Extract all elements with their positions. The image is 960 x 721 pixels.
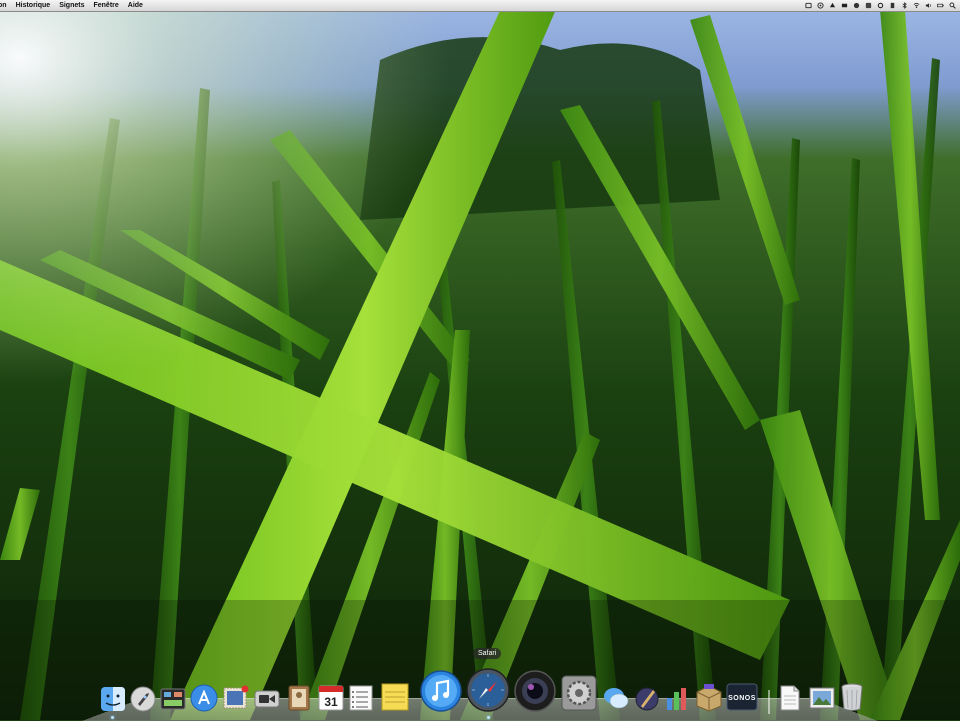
dock-reminders[interactable] [348, 684, 374, 712]
address-book-icon [286, 684, 312, 712]
dock-mail[interactable] [222, 684, 250, 712]
camera-lens-icon [514, 670, 556, 712]
calendar-day: 31 [324, 695, 338, 709]
bluetooth-icon[interactable] [901, 2, 908, 9]
sonos-label: SONOS [728, 695, 756, 702]
checklist-icon [348, 684, 374, 712]
dock-sonos[interactable]: SONOS [726, 682, 758, 712]
mail-stamp-icon [222, 684, 250, 712]
status-icon-4[interactable] [841, 2, 848, 9]
dock-itunes[interactable] [420, 670, 462, 712]
status-icon-7[interactable] [877, 2, 884, 9]
dock-finder[interactable] [100, 686, 126, 712]
status-icon-3[interactable] [829, 2, 836, 9]
dock-messages[interactable] [602, 684, 630, 712]
dock-mission-control[interactable] [160, 686, 186, 712]
dock-calendar[interactable]: 31 [318, 684, 344, 712]
running-indicator-safari [487, 716, 490, 719]
desktop-wallpaper [0, 0, 960, 720]
bar-chart-icon [664, 684, 692, 712]
rocket-icon [130, 686, 156, 712]
dock-system-preferences[interactable] [560, 674, 598, 712]
compass-icon [466, 668, 510, 712]
music-note-icon [420, 670, 462, 712]
sonos-icon: SONOS [726, 682, 758, 712]
dock-app-store[interactable] [190, 684, 218, 712]
dock-launchpad[interactable] [130, 686, 156, 712]
running-indicator-finder [111, 716, 114, 719]
status-icon-2[interactable] [817, 2, 824, 9]
dock-address-book[interactable] [286, 684, 312, 712]
menu-bar-status [805, 2, 960, 9]
document-icon [778, 684, 802, 712]
volume-icon[interactable] [925, 2, 932, 9]
battery-icon[interactable] [937, 2, 944, 9]
pen-icon [634, 684, 660, 712]
spotlight-icon[interactable] [949, 2, 956, 9]
dock-documents-stack[interactable] [778, 684, 802, 712]
notes-icon [380, 682, 410, 712]
dock-safari[interactable] [466, 668, 510, 712]
dock-activity-monitor[interactable] [664, 684, 692, 712]
chat-bubbles-icon [602, 684, 630, 712]
menu-historique[interactable]: Historique [12, 2, 56, 9]
menu-aide[interactable]: Aide [124, 2, 148, 9]
dock: 31 SONOS [94, 664, 874, 720]
dock-preview[interactable] [634, 684, 660, 712]
dock-downloads-stack[interactable] [808, 682, 836, 712]
dock-installer[interactable] [694, 682, 724, 712]
menu-app[interactable]: on [0, 2, 12, 9]
finder-icon [100, 686, 126, 712]
menu-signets[interactable]: Signets [55, 2, 89, 9]
gear-icon [560, 674, 598, 712]
dock-facetime[interactable] [254, 686, 280, 712]
app-store-icon [190, 684, 218, 712]
trash-icon [840, 682, 864, 712]
box-icon [694, 682, 724, 712]
mission-control-icon [160, 686, 186, 712]
status-icon-5[interactable] [853, 2, 860, 9]
dock-separator [768, 690, 770, 714]
calendar-icon: 31 [318, 684, 344, 712]
status-icon-1[interactable] [805, 2, 812, 9]
status-icon-6[interactable] [865, 2, 872, 9]
status-icon-8[interactable] [889, 2, 896, 9]
dock-tooltip: Safari [473, 648, 501, 659]
dock-trash[interactable] [840, 682, 864, 712]
dock-photo-booth[interactable] [514, 670, 556, 712]
image-stack-icon [808, 682, 836, 712]
menu-bar: on Historique Signets Fenêtre Aide [0, 0, 960, 12]
menu-bar-left: on Historique Signets Fenêtre Aide [0, 2, 148, 9]
video-camera-icon [254, 686, 280, 712]
dock-notes[interactable] [380, 682, 410, 712]
menu-fenetre[interactable]: Fenêtre [89, 2, 123, 9]
wifi-icon[interactable] [913, 2, 920, 9]
